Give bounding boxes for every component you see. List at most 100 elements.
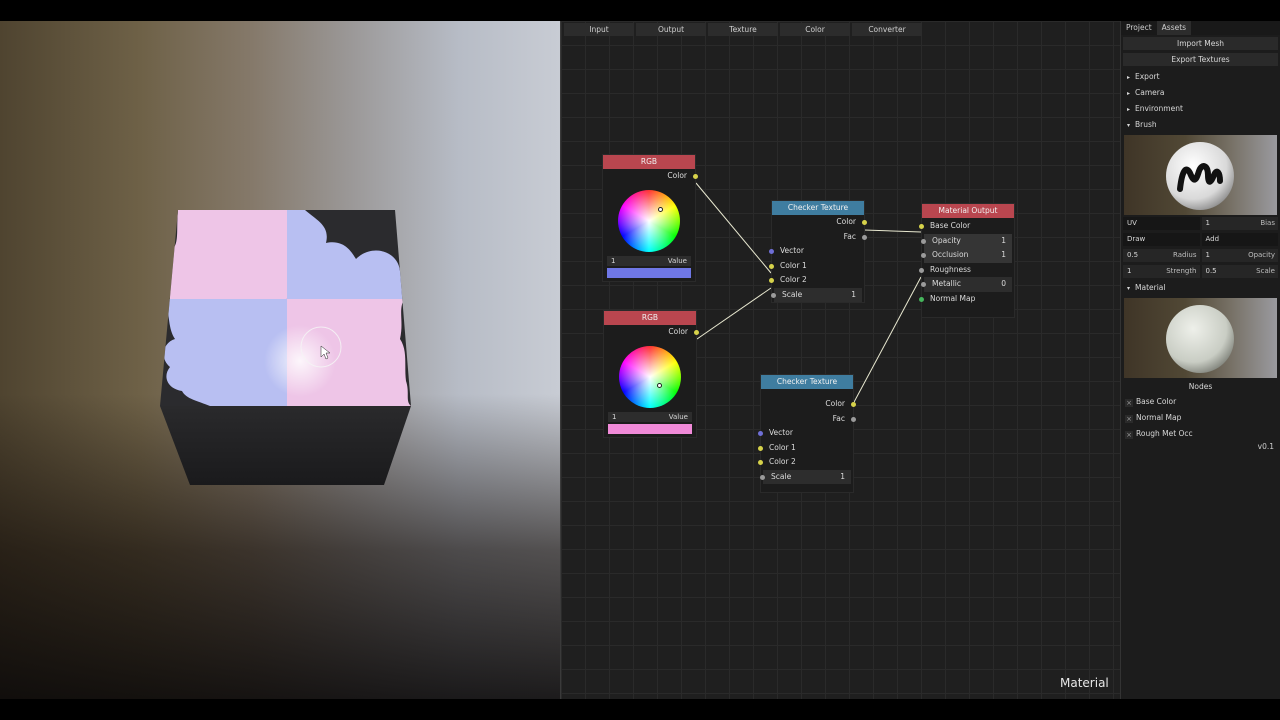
input-label: Normal Map: [930, 293, 976, 303]
section-export[interactable]: ▸ Export: [1121, 69, 1280, 85]
node-title[interactable]: RGB: [603, 155, 695, 169]
section-brush[interactable]: ▾ Brush: [1121, 117, 1280, 133]
checker-texture-node-bottom[interactable]: Checker Texture Color Fac Vector Color 1…: [758, 374, 856, 493]
input-socket[interactable]: [769, 278, 774, 283]
bias-field[interactable]: 1 Bias: [1201, 217, 1278, 230]
output-socket[interactable]: [693, 174, 698, 179]
occlusion-field[interactable]: Occlusion 1: [921, 248, 1012, 263]
input-label: Opacity: [932, 235, 961, 245]
scale-field[interactable]: 0.5 Scale: [1201, 265, 1278, 278]
input-socket[interactable]: [760, 474, 765, 480]
input-label: Color 2: [769, 457, 796, 466]
check-label: Rough Met Occ: [1136, 429, 1193, 438]
tab-assets[interactable]: Assets: [1156, 21, 1192, 35]
input-vector: Vector: [769, 244, 864, 259]
editor-mode-label: Material: [1060, 676, 1109, 690]
input-socket[interactable]: [921, 253, 926, 258]
checkbox-x-icon[interactable]: ×: [1125, 399, 1133, 407]
output-label: Fac: [843, 231, 856, 241]
section-camera[interactable]: ▸ Camera: [1121, 85, 1280, 101]
input-normal-map: Normal Map: [919, 292, 1014, 307]
input-socket[interactable]: [921, 238, 926, 244]
color-swatch: [608, 423, 692, 434]
input-socket[interactable]: [919, 267, 924, 273]
viewport-3d[interactable]: [0, 21, 560, 699]
color-picker-handle[interactable]: [658, 206, 663, 212]
node-title[interactable]: Checker Texture: [772, 201, 864, 215]
section-material[interactable]: ▾ Material: [1121, 280, 1280, 296]
radius-value: 0.5: [1127, 251, 1139, 259]
checkbox-x-icon[interactable]: ×: [1125, 415, 1133, 423]
output-socket[interactable]: [851, 402, 856, 407]
export-textures-button[interactable]: Export Textures: [1123, 53, 1278, 66]
output-label: Fac: [832, 413, 845, 423]
material-preview: [1124, 298, 1277, 378]
input-socket[interactable]: [758, 460, 763, 465]
node-title[interactable]: Checker Texture: [761, 375, 853, 389]
color-wheel[interactable]: [619, 345, 681, 408]
material-output-node[interactable]: Material Output Base Color Opacity 1 Occl…: [919, 203, 1015, 318]
blend-dropdown[interactable]: Add: [1201, 233, 1278, 246]
input-socket[interactable]: [919, 224, 924, 229]
tab-project[interactable]: Project: [1121, 21, 1157, 35]
opacity-field[interactable]: 1 Opacity: [1201, 249, 1278, 262]
output-socket[interactable]: [862, 234, 867, 240]
check-normal-map[interactable]: × Normal Map: [1121, 410, 1280, 426]
check-base-color[interactable]: × Base Color: [1121, 394, 1280, 410]
checker-texture-node-top[interactable]: Checker Texture Color Fac Vector Color 1…: [769, 200, 867, 303]
section-environment[interactable]: ▸ Environment: [1121, 101, 1280, 117]
node-editor[interactable]: Input Output Texture Color Converter RGB…: [560, 21, 1120, 699]
value-field[interactable]: 1 Value: [608, 411, 692, 422]
scale-value: 1: [840, 471, 845, 481]
output-color: Color: [603, 169, 698, 184]
input-label: Occlusion: [932, 250, 969, 259]
node-title[interactable]: Material Output: [922, 204, 1014, 218]
input-socket[interactable]: [921, 282, 926, 287]
input-socket[interactable]: [769, 263, 774, 269]
metallic-field[interactable]: Metallic 0: [921, 277, 1012, 292]
wire-checker-to-base-color: [863, 229, 922, 233]
input-socket[interactable]: [758, 431, 763, 436]
scale-field[interactable]: Scale 1: [760, 469, 851, 484]
import-mesh-button[interactable]: Import Mesh: [1123, 37, 1278, 50]
color-swatch: [607, 267, 691, 278]
check-label: Base Color: [1136, 397, 1177, 406]
input-socket[interactable]: [919, 296, 924, 302]
output-socket[interactable]: [862, 220, 867, 225]
strength-field[interactable]: 1 Strength: [1123, 265, 1200, 278]
brush-preview-sphere: [1166, 142, 1234, 210]
input-socket[interactable]: [769, 249, 774, 254]
input-socket[interactable]: [771, 292, 776, 298]
radius-field[interactable]: 0.5 Radius: [1123, 249, 1200, 262]
section-label: Camera: [1135, 88, 1165, 97]
rgb-node-bottom[interactable]: RGB Color 1 Value: [603, 310, 699, 438]
output-label: Color: [825, 399, 845, 408]
uv-label: UV: [1127, 219, 1137, 227]
rgb-node-top[interactable]: RGB Color 1 Value: [602, 154, 698, 282]
value-number: 1: [612, 412, 617, 421]
scale-value: 0.5: [1205, 267, 1217, 275]
output-label: Color: [667, 171, 687, 180]
scale-field[interactable]: Scale 1: [771, 287, 862, 302]
value-label: Value: [667, 256, 687, 265]
checkbox-x-icon[interactable]: ×: [1125, 431, 1133, 439]
bias-value: 1: [1205, 219, 1210, 227]
opacity-field[interactable]: Opacity 1: [921, 233, 1012, 248]
chevron-right-icon: ▸: [1127, 90, 1131, 97]
input-color2: Color 2: [769, 273, 864, 288]
input-base-color: Base Color: [919, 219, 1014, 234]
node-title[interactable]: RGB: [604, 311, 696, 325]
value-field[interactable]: 1 Value: [607, 255, 691, 266]
check-rough-met-occ[interactable]: × Rough Met Occ: [1121, 426, 1280, 442]
cube-render[interactable]: [0, 21, 560, 699]
input-socket[interactable]: [758, 445, 763, 451]
uv-dropdown[interactable]: UV: [1123, 217, 1200, 230]
output-fac: Fac: [761, 412, 856, 427]
draw-dropdown[interactable]: Draw: [1123, 233, 1200, 246]
output-socket[interactable]: [694, 330, 699, 335]
output-socket[interactable]: [851, 416, 856, 422]
color-wheel[interactable]: [618, 189, 680, 252]
version-label: v0.1: [1257, 442, 1274, 451]
color-picker-handle[interactable]: [657, 382, 662, 388]
chevron-down-icon: ▾: [1127, 285, 1131, 292]
